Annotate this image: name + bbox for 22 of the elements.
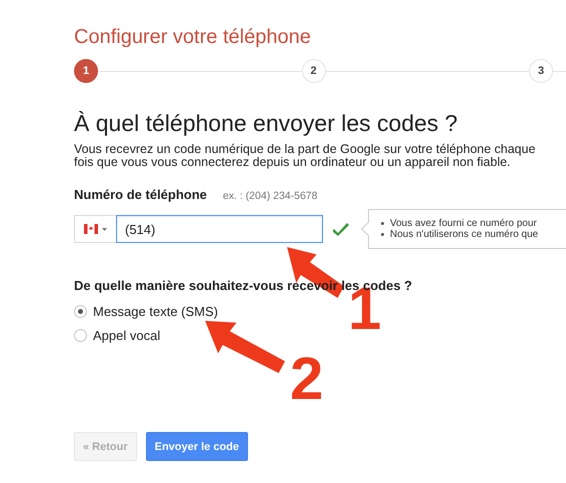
phone-label: Numéro de téléphone [74, 187, 207, 202]
phone-input[interactable]: (514) [116, 215, 323, 243]
radio-label[interactable]: Message texte (SMS) [93, 304, 218, 319]
step-indicator: 1 [74, 59, 98, 83]
radio-button[interactable] [74, 329, 87, 342]
flag-icon [84, 224, 98, 234]
radio-label[interactable]: Appel vocal [93, 328, 160, 343]
section-heading: À quel téléphone envoyer les codes ? [74, 109, 459, 137]
step-indicator: 2 [302, 59, 326, 83]
radio-button[interactable] [74, 305, 87, 318]
step-indicator: 3 [529, 59, 553, 83]
arrow-icon [202, 319, 288, 375]
annotation-number: 2 [290, 356, 324, 402]
country-dropdown[interactable] [74, 215, 116, 243]
tooltip-text: Vous avez fourni ce numéro pour [390, 218, 537, 229]
bullet-icon [381, 222, 384, 225]
bullet-icon [381, 233, 384, 236]
example-hint: ex. : (204) 234-5678 [222, 190, 318, 202]
setup-title: Configurer votre téléphone [74, 26, 312, 50]
caret-icon [102, 228, 107, 230]
description-text: Vous recevrez un code numérique de la part de Google sur votre téléphone chaque fois que vous vous connecterez depuis un ordinateur ou un appareil non fiable. [74, 143, 536, 169]
tooltip-text: Nous n'utiliserons ce numéro que [390, 229, 538, 240]
